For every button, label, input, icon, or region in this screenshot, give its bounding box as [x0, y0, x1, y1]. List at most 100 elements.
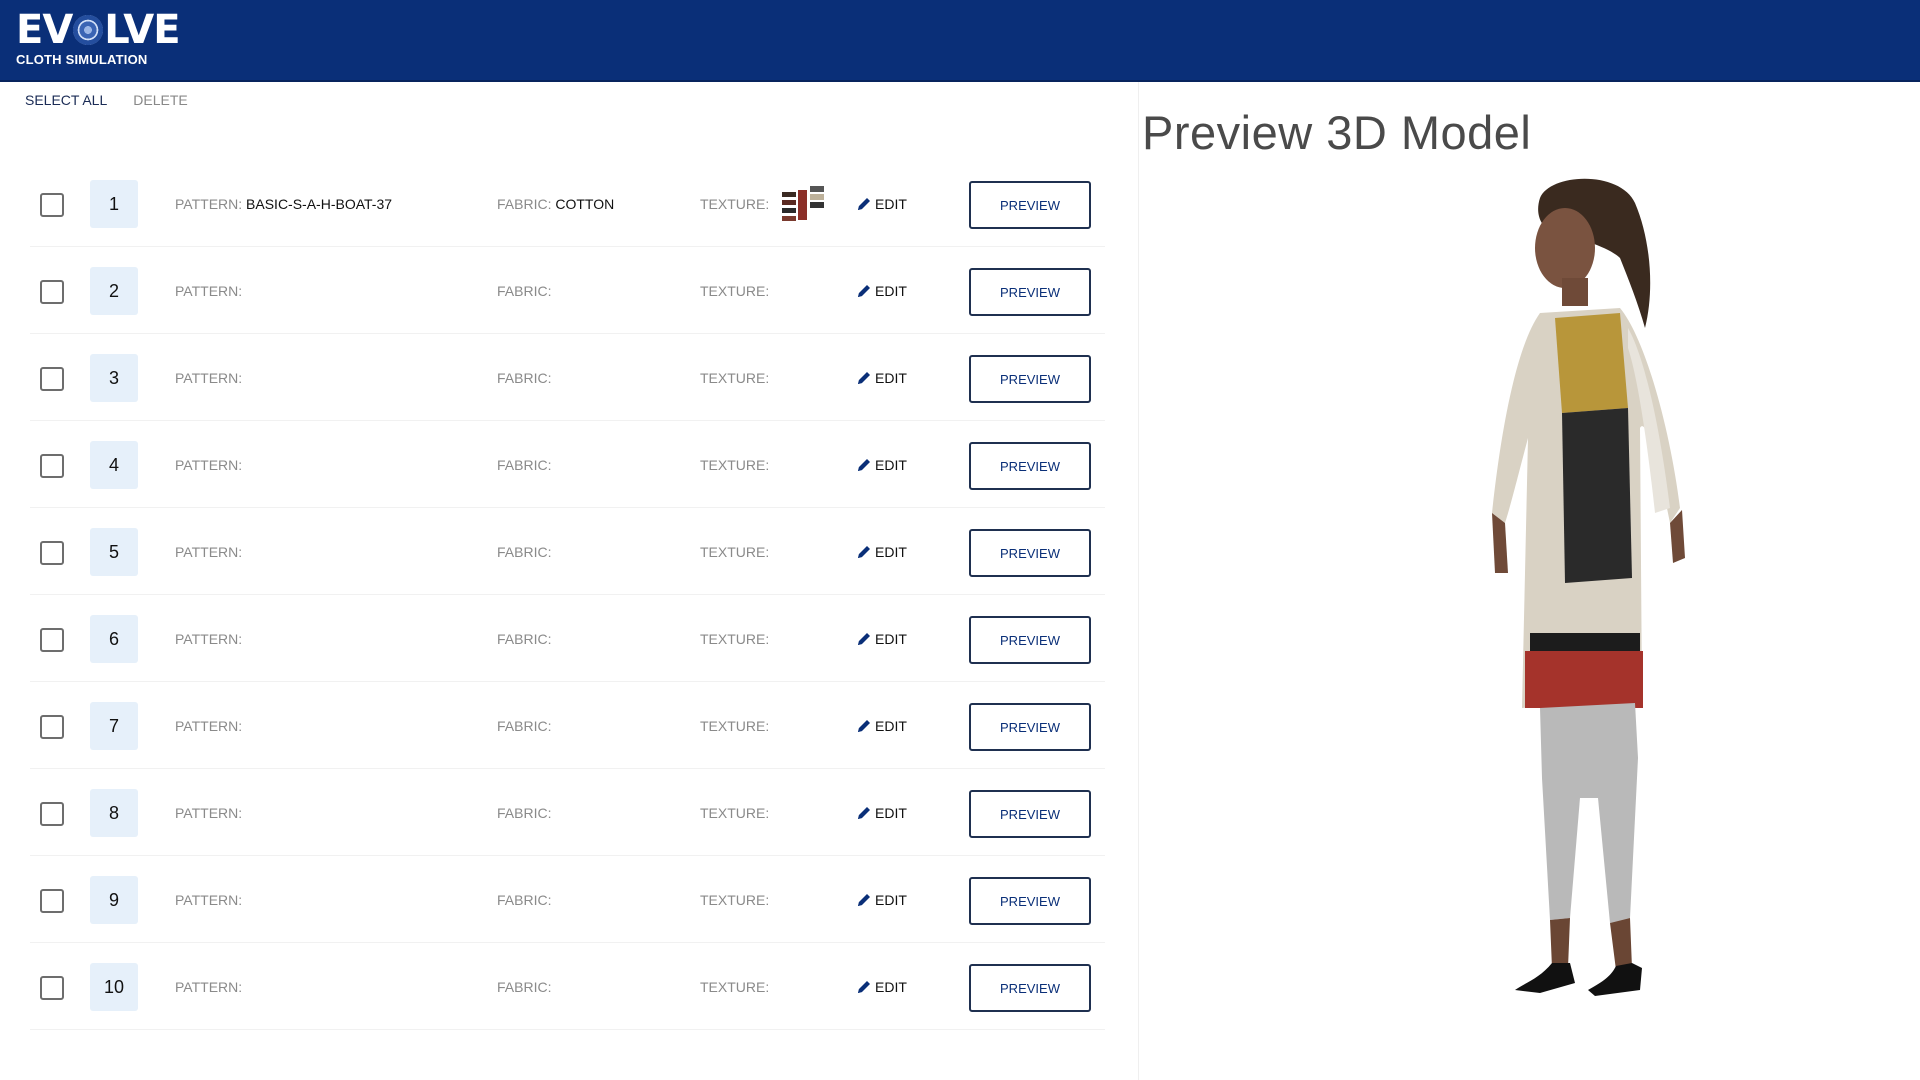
row-number-badge: 2: [90, 267, 138, 315]
fabric-label: FABRIC:: [497, 805, 552, 821]
row-checkbox[interactable]: [40, 367, 64, 391]
texture-field: TEXTURE:: [700, 805, 769, 821]
fabric-label: FABRIC:: [497, 892, 552, 908]
pattern-value: BASIC-S-A-H-BOAT-37: [246, 196, 393, 212]
preview-button[interactable]: PREVIEW: [969, 877, 1091, 925]
texture-label: TEXTURE:: [700, 718, 770, 734]
pattern-label: PATTERN:: [175, 283, 243, 299]
preview-button[interactable]: PREVIEW: [969, 529, 1091, 577]
fabric-label: FABRIC:: [497, 979, 552, 995]
list-row: 5 PATTERN: FABRIC: TEXTURE: EDIT PREVIEW: [30, 508, 1105, 595]
edit-button[interactable]: EDIT: [856, 708, 907, 744]
row-checkbox[interactable]: [40, 193, 64, 217]
row-checkbox[interactable]: [40, 976, 64, 1000]
model-left-hand: [1492, 513, 1508, 573]
select-all-button[interactable]: SELECT ALL: [25, 92, 107, 108]
logo-subtitle: CLOTH SIMULATION: [16, 52, 148, 67]
model-left-shoe: [1515, 963, 1575, 993]
texture-swatch-icon[interactable]: [780, 184, 826, 224]
edit-button[interactable]: EDIT: [856, 186, 907, 222]
fabric-field: FABRIC:: [497, 805, 551, 821]
row-number-badge: 3: [90, 354, 138, 402]
edit-label: EDIT: [875, 457, 907, 473]
edit-button[interactable]: EDIT: [856, 969, 907, 1005]
edit-label: EDIT: [875, 370, 907, 386]
texture-field: TEXTURE:: [700, 718, 769, 734]
pattern-field: PATTERN:: [175, 979, 242, 995]
edit-button[interactable]: EDIT: [856, 882, 907, 918]
pencil-icon: [858, 633, 870, 645]
preview-button[interactable]: PREVIEW: [969, 964, 1091, 1012]
texture-label: TEXTURE:: [700, 979, 770, 995]
fabric-field: FABRIC:: [497, 457, 551, 473]
pattern-field: PATTERN:: [175, 544, 242, 560]
fabric-value: COTTON: [555, 196, 615, 212]
logo-text-right: LVE: [104, 7, 180, 53]
row-number-badge: 4: [90, 441, 138, 489]
edit-button[interactable]: EDIT: [856, 273, 907, 309]
preview-button[interactable]: PREVIEW: [969, 703, 1091, 751]
texture-label: TEXTURE:: [700, 457, 770, 473]
edit-button[interactable]: EDIT: [856, 360, 907, 396]
model-leggings: [1540, 703, 1638, 923]
edit-button[interactable]: EDIT: [856, 795, 907, 831]
list-row: 3 PATTERN: FABRIC: TEXTURE: EDIT PREVIEW: [30, 334, 1105, 421]
evolve-logo[interactable]: EV LVE CLOTH SIMULATION: [16, 7, 181, 67]
pencil-icon: [858, 372, 870, 384]
preview-button[interactable]: PREVIEW: [969, 355, 1091, 403]
edit-button[interactable]: EDIT: [856, 534, 907, 570]
texture-field: TEXTURE:: [700, 370, 769, 386]
row-checkbox[interactable]: [40, 541, 64, 565]
3d-model-viewer[interactable]: [1470, 178, 1730, 1018]
edit-button[interactable]: EDIT: [856, 621, 907, 657]
edit-label: EDIT: [875, 631, 907, 647]
preview-button[interactable]: PREVIEW: [969, 181, 1091, 229]
list-row: 7 PATTERN: FABRIC: TEXTURE: EDIT PREVIEW: [30, 682, 1105, 769]
pattern-label: PATTERN:: [175, 805, 243, 821]
preview-button[interactable]: PREVIEW: [969, 616, 1091, 664]
fabric-label: FABRIC:: [497, 718, 552, 734]
model-dress-chevron-band: [1530, 633, 1640, 651]
pattern-label: PATTERN:: [175, 370, 243, 386]
row-checkbox[interactable]: [40, 715, 64, 739]
pencil-icon: [858, 459, 870, 471]
row-checkbox[interactable]: [40, 889, 64, 913]
texture-field: TEXTURE:: [700, 631, 769, 647]
pencil-icon: [858, 198, 870, 210]
pattern-field: PATTERN:: [175, 631, 242, 647]
row-number-badge: 5: [90, 528, 138, 576]
model-legs-lower: [1550, 918, 1632, 970]
pencil-icon: [858, 720, 870, 732]
list-row: 6 PATTERN: FABRIC: TEXTURE: EDIT PREVIEW: [30, 595, 1105, 682]
row-checkbox[interactable]: [40, 454, 64, 478]
edit-button[interactable]: EDIT: [856, 447, 907, 483]
texture-field: TEXTURE:: [700, 283, 769, 299]
pattern-field: PATTERN:: [175, 370, 242, 386]
list-row: 4 PATTERN: FABRIC: TEXTURE: EDIT PREVIEW: [30, 421, 1105, 508]
preview-button[interactable]: PREVIEW: [969, 442, 1091, 490]
edit-label: EDIT: [875, 805, 907, 821]
fabric-label: FABRIC:: [497, 196, 552, 212]
pattern-label: PATTERN:: [175, 457, 243, 473]
fabric-field: FABRIC: COTTON: [497, 196, 614, 212]
pencil-icon: [858, 981, 870, 993]
row-checkbox[interactable]: [40, 280, 64, 304]
list-row: 8 PATTERN: FABRIC: TEXTURE: EDIT PREVIEW: [30, 769, 1105, 856]
pattern-label: PATTERN:: [175, 892, 243, 908]
texture-label: TEXTURE:: [700, 370, 770, 386]
row-checkbox[interactable]: [40, 802, 64, 826]
pencil-icon: [858, 807, 870, 819]
pattern-label: PATTERN:: [175, 544, 243, 560]
texture-label: TEXTURE:: [700, 631, 770, 647]
row-checkbox[interactable]: [40, 628, 64, 652]
preview-button[interactable]: PREVIEW: [969, 268, 1091, 316]
fabric-label: FABRIC:: [497, 370, 552, 386]
fabric-field: FABRIC:: [497, 370, 551, 386]
texture-label: TEXTURE:: [700, 805, 770, 821]
fabric-label: FABRIC:: [497, 544, 552, 560]
texture-field: TEXTURE:: [700, 196, 769, 212]
row-number-badge: 9: [90, 876, 138, 924]
preview-button[interactable]: PREVIEW: [969, 790, 1091, 838]
delete-button[interactable]: DELETE: [133, 92, 187, 108]
edit-label: EDIT: [875, 718, 907, 734]
